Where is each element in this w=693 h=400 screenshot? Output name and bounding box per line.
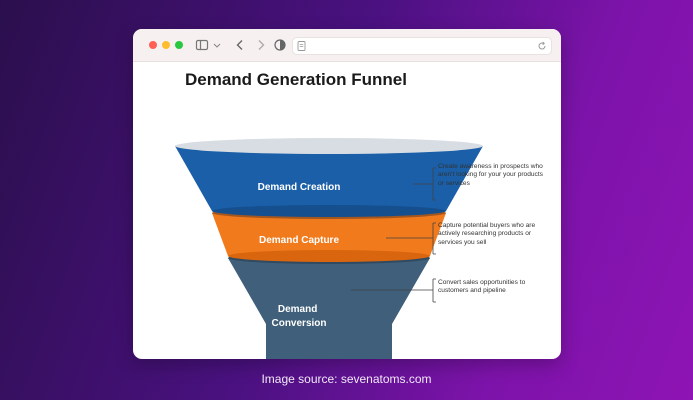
stage-1-description: Create awareness in prospects who aren't…: [438, 163, 543, 187]
funnel-diagram: Demand Creation Demand Capture Demand Co…: [175, 138, 483, 359]
funnel-stage-1-rim: [175, 138, 483, 154]
close-window-button[interactable]: [149, 41, 157, 49]
maximize-window-button[interactable]: [175, 41, 183, 49]
stage-3-description: Convert sales opportunities to customers…: [438, 279, 526, 295]
minimize-window-button[interactable]: [162, 41, 170, 49]
stage-2-description: Capture potential buyers who are activel…: [438, 222, 536, 246]
browser-toolbar: [133, 29, 561, 62]
sidebar-icon[interactable]: [195, 38, 209, 52]
forward-arrow-icon[interactable]: [254, 38, 268, 52]
back-arrow-icon[interactable]: [233, 38, 247, 52]
funnel-stage-1-bottom: [212, 205, 446, 217]
funnel-stage-1-body: [175, 146, 483, 211]
page-content: Demand Generation Funnel Demand Creation…: [133, 62, 561, 359]
reload-icon[interactable]: [537, 41, 547, 51]
browser-window: Demand Generation Funnel Demand Creation…: [133, 29, 561, 359]
page-icon: [297, 41, 306, 51]
chevron-down-icon[interactable]: [212, 38, 222, 52]
address-bar[interactable]: [292, 37, 552, 55]
stage-label-demand-capture: Demand Capture: [259, 235, 339, 246]
funnel-stage-3-body: [228, 258, 430, 359]
funnel-stage-2-bottom: [228, 250, 430, 262]
stage-label-demand-creation: Demand Creation: [258, 182, 341, 193]
shield-icon[interactable]: [273, 38, 287, 52]
image-source-caption: Image source: sevenatoms.com: [261, 372, 432, 386]
